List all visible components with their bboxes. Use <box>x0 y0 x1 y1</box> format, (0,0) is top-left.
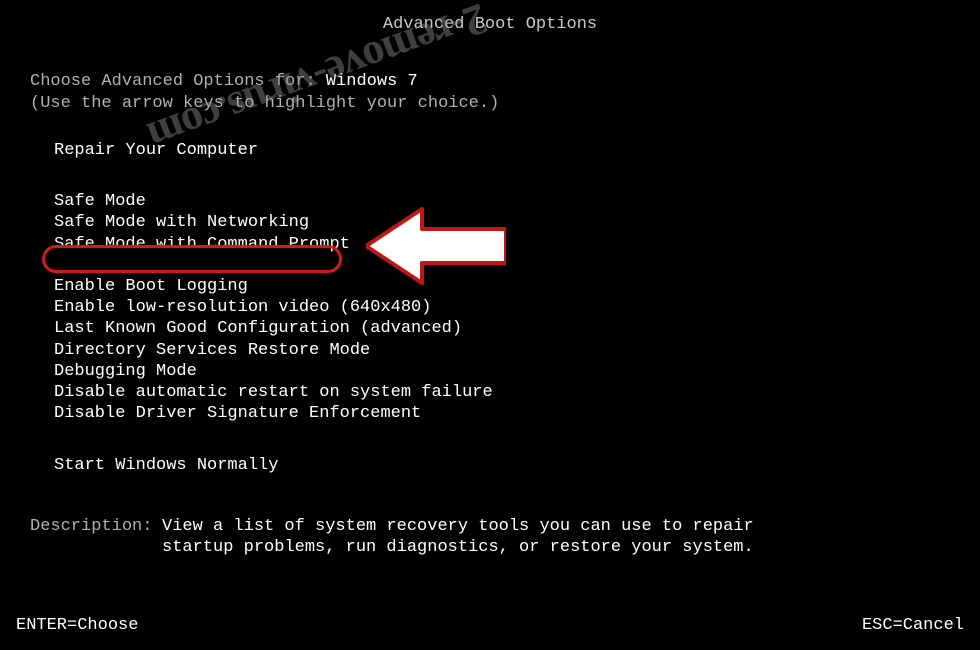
menu-item-safemode[interactable]: Safe Mode <box>54 191 966 212</box>
description-row: Description: View a list of system recov… <box>14 516 966 559</box>
menu-item-debug[interactable]: Debugging Mode <box>54 361 966 382</box>
os-name: Windows 7 <box>326 72 418 91</box>
footer-enter: ENTER=Choose <box>16 615 138 636</box>
choose-line: Choose Advanced Options for: Windows 7 <box>14 71 966 92</box>
menu-item-dsrm[interactable]: Directory Services Restore Mode <box>54 340 966 361</box>
menu-item-lkgc[interactable]: Last Known Good Configuration (advanced) <box>54 318 966 339</box>
menu-separator <box>54 161 966 191</box>
footer-esc: ESC=Cancel <box>862 615 964 636</box>
menu-item-lowres[interactable]: Enable low-resolution video (640x480) <box>54 297 966 318</box>
footer-bar: ENTER=Choose ESC=Cancel <box>16 615 964 636</box>
menu-item-nosigenforce[interactable]: Disable Driver Signature Enforcement <box>54 403 966 424</box>
hint-line: (Use the arrow keys to highlight your ch… <box>14 93 966 114</box>
description-label: Description: <box>30 516 162 559</box>
menu-separator <box>54 425 966 455</box>
boot-screen: Advanced Boot Options Choose Advanced Op… <box>14 14 966 636</box>
menu-item-safemode-net[interactable]: Safe Mode with Networking <box>54 212 966 233</box>
menu-item-bootlog[interactable]: Enable Boot Logging <box>54 276 966 297</box>
menu-separator <box>54 255 966 276</box>
boot-menu[interactable]: Repair Your Computer Safe Mode Safe Mode… <box>14 140 966 476</box>
choose-prefix: Choose Advanced Options for: <box>30 72 326 91</box>
menu-item-safemode-cmd[interactable]: Safe Mode with Command Prompt <box>54 234 966 255</box>
menu-item-noautorestart[interactable]: Disable automatic restart on system fail… <box>54 382 966 403</box>
menu-item-repair[interactable]: Repair Your Computer <box>54 140 966 161</box>
menu-item-startnormal[interactable]: Start Windows Normally <box>54 455 966 476</box>
description-text: View a list of system recovery tools you… <box>162 516 802 559</box>
page-title: Advanced Boot Options <box>14 14 966 35</box>
